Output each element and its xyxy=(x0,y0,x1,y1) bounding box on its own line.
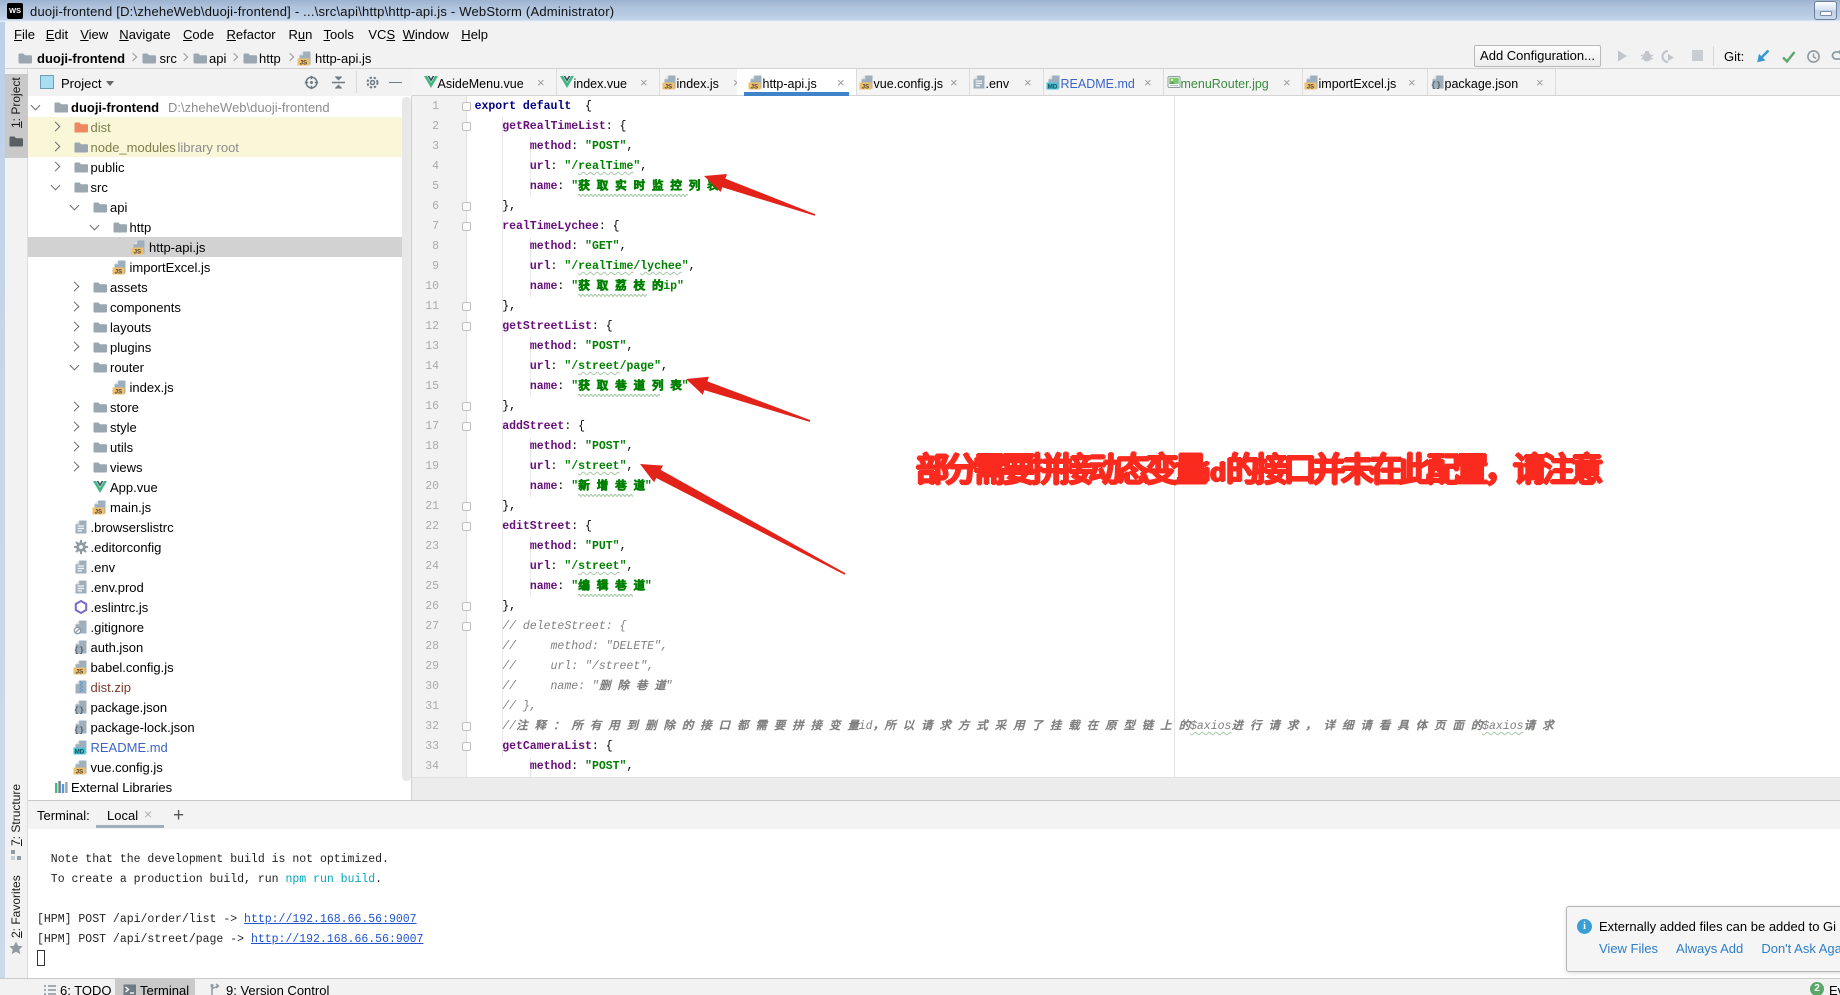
svg-text:JS: JS xyxy=(862,83,870,90)
svg-text:JS: JS xyxy=(751,83,759,90)
svg-text:JS: JS xyxy=(75,668,83,675)
svg-text:{}: {} xyxy=(1431,81,1441,90)
svg-text:JS: JS xyxy=(114,388,122,395)
svg-text:{}: {} xyxy=(73,726,83,735)
svg-text:{}: {} xyxy=(73,646,83,655)
svg-text:JS: JS xyxy=(300,59,308,66)
svg-text:JS: JS xyxy=(95,508,103,515)
svg-text:JS: JS xyxy=(75,768,83,775)
svg-text:MD: MD xyxy=(1048,83,1058,90)
svg-text:JS: JS xyxy=(665,83,673,90)
svg-text:JS: JS xyxy=(134,248,142,255)
svg-text:MD: MD xyxy=(74,748,84,755)
svg-text:JS: JS xyxy=(1307,83,1315,90)
svg-text:{}: {} xyxy=(73,706,83,715)
svg-text:JS: JS xyxy=(114,268,122,275)
